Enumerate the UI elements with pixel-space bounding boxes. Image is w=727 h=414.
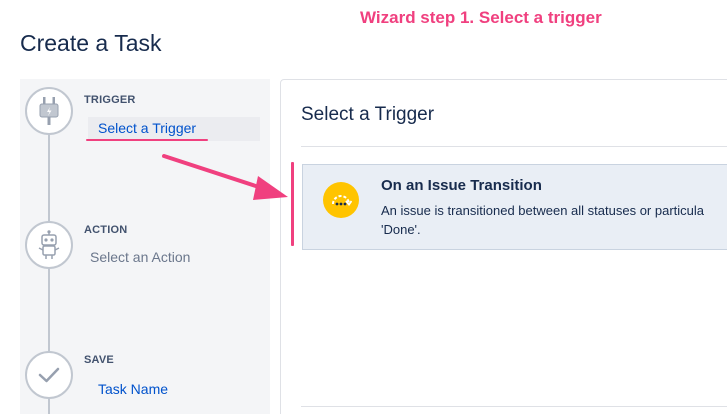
trigger-option-issue-transition[interactable]: On an Issue Transition An issue is trans… bbox=[302, 164, 727, 250]
trigger-option-title: On an Issue Transition bbox=[381, 177, 542, 194]
panel-bottom-divider bbox=[301, 406, 727, 407]
transition-icon bbox=[323, 182, 359, 218]
step-value-action: Select an Action bbox=[90, 249, 191, 265]
wizard-page: Wizard step 1. Select a trigger Create a… bbox=[0, 0, 727, 414]
panel-divider bbox=[301, 146, 727, 147]
plug-icon bbox=[25, 87, 73, 135]
trigger-option-description: An issue is transitioned between all sta… bbox=[381, 203, 705, 237]
step-label-save: SAVE bbox=[84, 354, 114, 366]
annotation-arrow-icon bbox=[162, 154, 288, 200]
checkmark-icon bbox=[25, 351, 73, 399]
step-label-action: ACTION bbox=[84, 224, 128, 236]
wizard-steps-sidebar: TRIGGER Select a Trigger ACTION Select a… bbox=[20, 79, 270, 414]
annotation-caption: Wizard step 1. Select a trigger bbox=[360, 8, 602, 27]
step-label-trigger: TRIGGER bbox=[84, 94, 136, 106]
robot-icon bbox=[25, 221, 73, 269]
page-title: Create a Task bbox=[20, 30, 162, 56]
step-value-save[interactable]: Task Name bbox=[98, 381, 168, 397]
step-value-trigger[interactable]: Select a Trigger bbox=[88, 117, 260, 141]
trigger-selection-panel: Select a Trigger On an Issue Transition … bbox=[280, 79, 727, 414]
panel-title: Select a Trigger bbox=[301, 104, 435, 125]
